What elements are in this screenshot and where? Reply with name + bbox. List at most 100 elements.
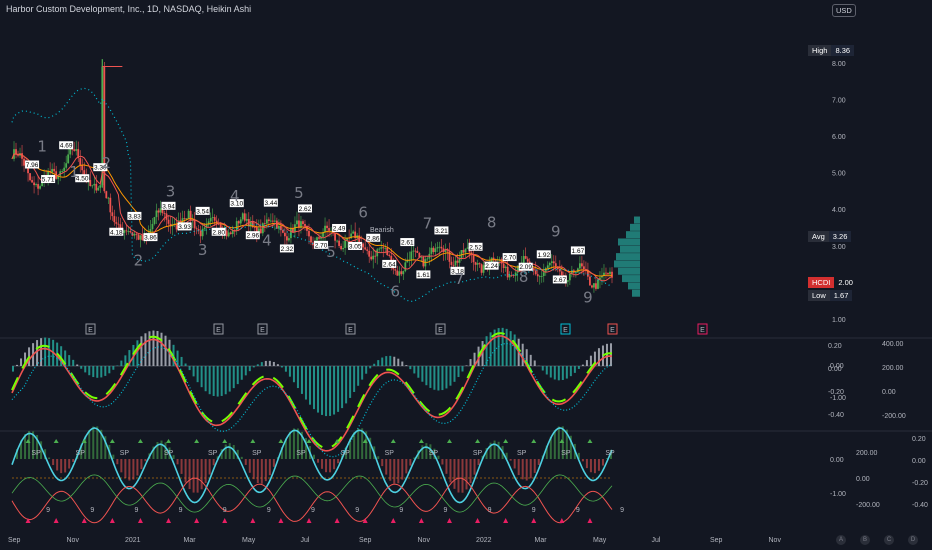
candle-body <box>591 285 593 288</box>
osc1-histogram-bar <box>16 364 19 366</box>
candle-body <box>338 240 340 246</box>
nine-marker-label: 9 <box>134 507 138 514</box>
osc1-right-tick: 200.00 <box>882 365 904 372</box>
time-axis-tick: Sep <box>359 537 372 544</box>
chart-canvas[interactable]: 8.00 7.00 6.00 5.00 4.00 3.00 2.00 1.00 7.96 5.71… <box>0 0 932 550</box>
time-axis-tick: Nov <box>769 537 782 544</box>
candle-body <box>137 234 140 240</box>
osc2-histogram-bar <box>212 459 215 466</box>
candle-body <box>133 233 136 236</box>
osc1-histogram-bar <box>280 366 283 368</box>
nine-marker-label: 9 <box>399 507 403 514</box>
axis-button-b[interactable]: B <box>860 535 870 545</box>
osc1-histogram-bar <box>413 366 416 374</box>
count-label: 7 <box>423 215 433 233</box>
earnings-marker-label: E <box>563 327 568 334</box>
osc1-histogram-bar <box>317 366 320 413</box>
osc1-right-tick: 0.00 <box>882 389 896 396</box>
candle-body <box>534 270 537 275</box>
time-axis-tick: 2022 <box>476 537 492 544</box>
count-label: 5 <box>326 243 336 261</box>
time-axis-tick: Nov <box>418 537 431 544</box>
osc2-histogram-bar <box>52 459 55 466</box>
signal-triangle-bottom <box>53 518 59 523</box>
signal-triangle-bottom <box>531 518 537 523</box>
osc2-histogram-bar <box>513 459 516 469</box>
osc2-histogram-bar <box>288 431 291 459</box>
low-price-tag: Low 1.67 <box>808 290 853 301</box>
candle-body <box>444 250 447 252</box>
osc2-histogram-bar <box>317 459 320 463</box>
osc1-histogram-bar <box>220 366 223 396</box>
signal-triangle-bottom <box>109 518 115 523</box>
osc1-histogram-bar <box>541 366 544 371</box>
osc2-histogram-bar <box>64 459 67 473</box>
signal-triangle-bottom <box>306 518 312 523</box>
candle-body <box>538 276 541 277</box>
signal-triangle-top <box>250 439 256 443</box>
signal-triangle-bottom <box>278 518 284 523</box>
osc1-histogram-bar <box>401 361 404 366</box>
axis-button-a[interactable]: A <box>836 535 846 545</box>
osc2-histogram-bar <box>525 459 528 481</box>
signal-triangle-bottom <box>503 518 509 523</box>
candle-body <box>328 228 330 231</box>
candle-body <box>95 183 98 191</box>
osc1-histogram-bar <box>505 328 508 366</box>
candle-body <box>560 271 563 276</box>
candle-body <box>482 265 485 273</box>
candle-body <box>63 167 66 172</box>
earnings-marker-label: E <box>438 327 443 334</box>
candle-body <box>522 256 525 263</box>
osc1-right-tick: 400.00 <box>882 341 904 348</box>
signal-triangle-top <box>53 439 59 443</box>
candle-body <box>436 247 439 249</box>
currency-button[interactable]: USD <box>832 4 856 17</box>
osc1-histogram-bar <box>196 366 199 383</box>
osc2-histogram-bar <box>441 459 444 465</box>
time-axis[interactable]: Sep Nov 2021 Mar May Jul Sep Nov 2022 Mar May Jul Se… <box>8 537 781 544</box>
nine-marker-label: 9 <box>223 507 227 514</box>
osc1-histogram-bar <box>116 365 119 366</box>
candle-body <box>239 219 242 224</box>
signal-triangle-bottom <box>194 518 200 523</box>
osc1-histogram-bar <box>417 366 420 378</box>
osc2-histogram-bar <box>397 459 400 484</box>
osc1-histogram-bar <box>100 366 103 378</box>
axis-button-d[interactable]: D <box>908 535 918 545</box>
candle-body <box>302 221 304 224</box>
candle-body <box>79 158 82 166</box>
signal-triangle-bottom <box>418 518 424 523</box>
candle-body <box>127 231 130 232</box>
osc1-histogram-bar <box>353 366 356 392</box>
osc2-histogram-bar <box>160 440 163 459</box>
candle-body <box>398 271 401 276</box>
price-label-text: 3.86 <box>144 235 157 242</box>
candle-body <box>105 191 108 199</box>
osc2-histogram-bar <box>176 459 179 465</box>
osc2-histogram-bar <box>509 459 512 461</box>
osc1-histogram-bar <box>465 365 468 366</box>
price-label-text: 2.86 <box>367 235 380 242</box>
candle-body <box>229 232 232 235</box>
osc1-histogram-bar <box>180 356 183 366</box>
price-label-text: 3.21 <box>435 228 448 235</box>
price-label-text: 1.67 <box>572 248 585 255</box>
osc1-histogram-bar <box>48 338 51 366</box>
osc2-histogram-bar <box>593 459 596 474</box>
osc2-histogram-bar <box>208 459 211 475</box>
price-label-text: 2.80 <box>212 229 225 236</box>
candle-body <box>193 220 196 229</box>
candle-body <box>412 250 415 252</box>
osc1-left-tick: -0.40 <box>828 412 844 419</box>
candle-body <box>566 280 569 282</box>
osc2-histogram-bar <box>401 459 404 480</box>
price-label-text: 3.05 <box>349 243 362 250</box>
osc2-histogram-bar <box>453 459 456 489</box>
osc1-histogram-bar <box>457 366 460 378</box>
candle-body <box>135 233 138 235</box>
candle-body <box>416 250 419 253</box>
candle-body <box>589 276 591 286</box>
sp-marker-label: SP <box>605 450 615 457</box>
axis-button-c[interactable]: C <box>884 535 894 545</box>
